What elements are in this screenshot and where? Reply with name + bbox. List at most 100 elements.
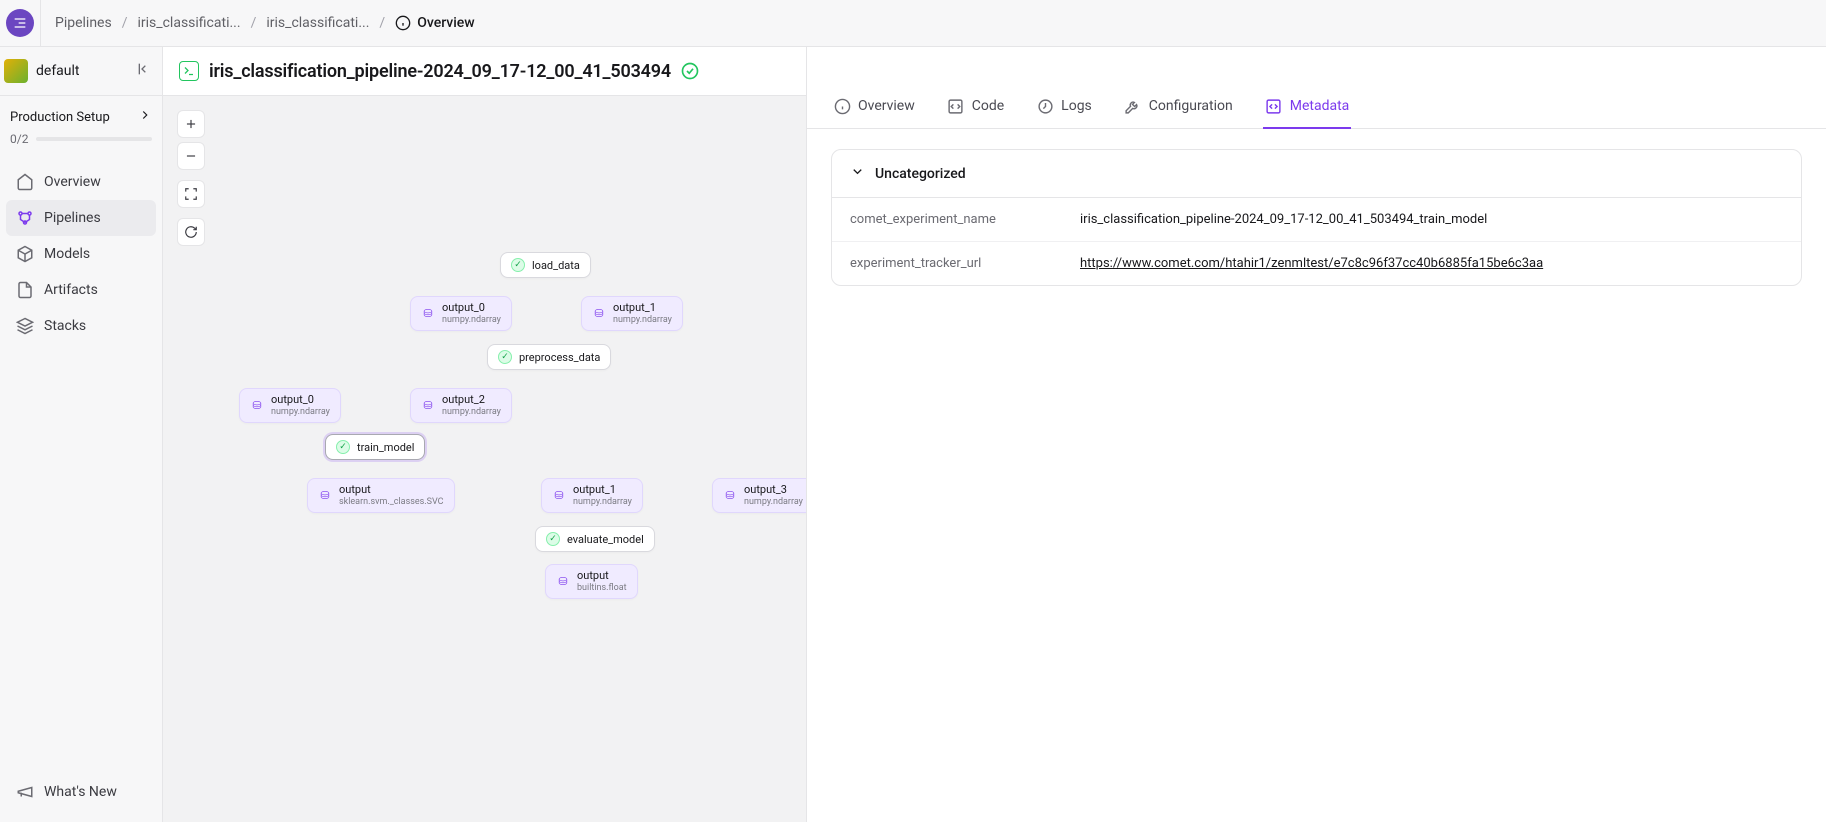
breadcrumb-sep: / [251,15,257,31]
breadcrumb-sep: / [122,15,128,31]
artifact-name: output [339,484,444,497]
tab-configuration[interactable]: Configuration [1122,87,1235,129]
database-icon: ⛁ [552,488,566,502]
tab-label: Logs [1061,98,1092,114]
artifact-pp-output-0[interactable]: ⛁ output_0numpy.ndarray [239,388,341,423]
workspace-selector[interactable]: default [0,47,162,96]
app-logo[interactable] [0,0,41,47]
artifact-name: output_0 [271,394,330,407]
chevron-down-icon [850,164,865,183]
metadata-value: iris_classification_pipeline-2024_09_17-… [1080,212,1783,227]
breadcrumb-pipeline-name[interactable]: iris_classificati... [138,15,241,31]
tab-label: Overview [858,98,915,114]
pipeline-icon [16,209,34,227]
breadcrumb-run-name[interactable]: iris_classificati... [266,15,369,31]
artifact-type: numpy.ndarray [442,315,501,325]
progress-text: 0/2 [10,132,28,146]
production-setup-row[interactable]: Production Setup [0,96,162,132]
experiment-tracker-link[interactable]: https://www.comet.com/htahir1/zenmltest/… [1080,256,1543,271]
artifact-name: output [577,570,627,583]
artifact-name: output_3 [744,484,803,497]
detail-panel: train_model completed Overview Code Logs… [806,0,1826,822]
metadata-row: comet_experiment_name iris_classificatio… [832,198,1801,242]
artifact-eval-output[interactable]: ⛁ outputbuiltins.float [545,564,638,599]
file-icon [16,281,34,299]
step-preprocess-data[interactable]: ✓ preprocess_data [487,344,611,370]
artifact-pp-output-3[interactable]: ⛁ output_3numpy.ndarray [712,478,814,513]
artifact-load-output-1[interactable]: ⛁ output_1numpy.ndarray [581,296,683,331]
info-icon [395,15,411,31]
artifact-pp-output-2[interactable]: ⛁ output_2numpy.ndarray [410,388,512,423]
topbar: Pipelines / iris_classificati... / iris_… [0,0,1826,47]
metadata-value: https://www.comet.com/htahir1/zenmltest/… [1080,256,1783,271]
tab-label: Code [972,98,1004,114]
zenml-logo-icon [6,9,34,37]
workspace-name: default [36,63,80,79]
step-load-data[interactable]: ✓ load_data [500,252,591,278]
step-evaluate-model[interactable]: ✓ evaluate_model [535,526,655,552]
artifact-pp-output-1[interactable]: ⛁ output_1numpy.ndarray [541,478,643,513]
database-icon: ⛁ [421,306,435,320]
breadcrumb: Pipelines / iris_classificati... / iris_… [41,15,475,31]
sidebar: default Production Setup 0/2 Overview Pi… [0,47,162,822]
tab-code[interactable]: Code [945,87,1006,129]
artifact-name: output_1 [573,484,632,497]
sidebar-item-artifacts[interactable]: Artifacts [6,272,156,308]
step-label: preprocess_data [519,351,600,364]
database-icon: ⛁ [723,488,737,502]
artifact-type: builtins.float [577,583,627,593]
home-icon [16,173,34,191]
sidebar-item-label: Pipelines [44,210,101,226]
metadata-section: Uncategorized comet_experiment_name iris… [831,149,1802,286]
layers-icon [16,317,34,335]
sidebar-item-overview[interactable]: Overview [6,164,156,200]
artifact-type: sklearn.svm._classes.SVC [339,497,444,507]
artifact-load-output-0[interactable]: ⛁ output_0numpy.ndarray [410,296,512,331]
sidebar-item-whats-new[interactable]: What's New [6,774,156,810]
artifact-name: output_0 [442,302,501,315]
chevron-right-icon [138,108,152,126]
artifact-name: output_2 [442,394,501,407]
info-icon [833,97,851,115]
tab-label: Configuration [1149,98,1233,114]
tab-overview[interactable]: Overview [831,87,917,129]
database-icon: ⛁ [556,574,570,588]
step-label: train_model [357,441,414,454]
step-train-model[interactable]: ✓ train_model [325,434,425,460]
sidebar-item-models[interactable]: Models [6,236,156,272]
metadata-section-title: Uncategorized [875,166,966,182]
sidebar-item-label: Overview [44,174,101,190]
sidebar-nav: Overview Pipelines Models Artifacts Stac… [0,160,162,768]
sidebar-collapse-icon[interactable] [136,61,152,81]
sidebar-item-pipelines[interactable]: Pipelines [6,200,156,236]
check-icon: ✓ [546,532,560,546]
step-label: load_data [532,259,580,272]
database-icon: ⛁ [592,306,606,320]
artifact-type: numpy.ndarray [442,407,501,417]
artifact-name: output_1 [613,302,672,315]
breadcrumb-pipelines[interactable]: Pipelines [55,15,112,31]
dag-canvas[interactable]: ✓ load_data ⛁ output_0numpy.ndarray ⛁ ou… [163,96,806,822]
check-circle-icon [681,62,699,80]
tab-metadata[interactable]: Metadata [1263,87,1352,129]
database-icon: ⛁ [318,488,332,502]
tab-label: Metadata [1290,98,1350,114]
cube-icon [16,245,34,263]
workspace-badge-icon [4,59,28,83]
artifact-train-output[interactable]: ⛁ outputsklearn.svm._classes.SVC [307,478,455,513]
breadcrumb-overview[interactable]: Overview [395,15,474,31]
metadata-section-header[interactable]: Uncategorized [832,150,1801,198]
run-header: iris_classification_pipeline-2024_09_17-… [163,47,806,96]
tab-logs[interactable]: Logs [1034,87,1094,129]
setup-progress: 0/2 [0,132,162,160]
sidebar-item-label: Artifacts [44,282,98,298]
sidebar-item-label: Stacks [44,318,86,334]
detail-tabs: Overview Code Logs Configuration Metadat… [807,87,1826,129]
check-icon: ✓ [511,258,525,272]
progress-bar [36,137,152,141]
artifact-type: numpy.ndarray [271,407,330,417]
code-file-icon [947,97,965,115]
database-icon: ⛁ [250,398,264,412]
artifact-type: numpy.ndarray [613,315,672,325]
sidebar-item-stacks[interactable]: Stacks [6,308,156,344]
